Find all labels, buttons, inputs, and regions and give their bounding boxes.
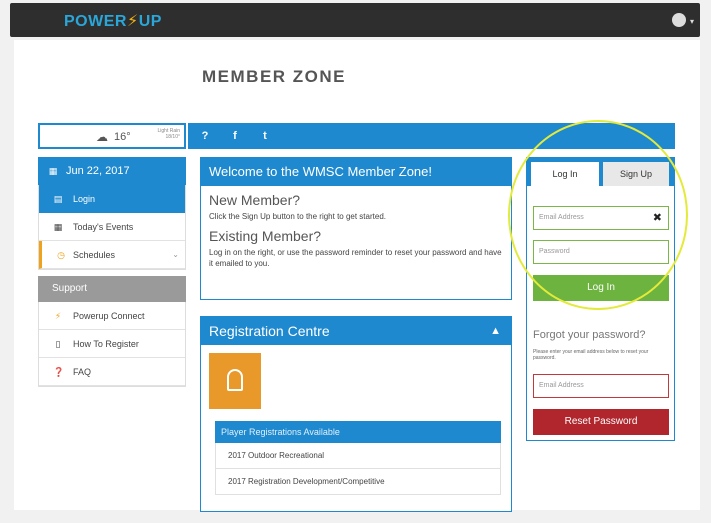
powerup-logo[interactable]: POWER⚡UP bbox=[64, 11, 162, 31]
top-navbar: POWER⚡UP ▾ bbox=[10, 3, 700, 37]
reset-email-field[interactable]: Email Address bbox=[533, 374, 669, 398]
bolt-icon: ⚡ bbox=[54, 311, 62, 321]
sidebar-item-schedules[interactable]: ◷ Schedules ⌄ bbox=[39, 241, 185, 269]
support-menu: ⚡ Powerup Connect ▯ How To Register ❓ FA… bbox=[38, 302, 186, 387]
reset-email-placeholder: Email Address bbox=[539, 382, 584, 389]
chevron-down-icon[interactable]: ▾ bbox=[690, 17, 694, 26]
sidebar-item-label: Today's Events bbox=[73, 222, 134, 232]
forgot-password-note: Please enter your email address below to… bbox=[533, 349, 649, 361]
new-member-title: New Member? bbox=[209, 192, 301, 208]
weather-widget: ☁ 16° Light Rain 18/10° bbox=[38, 123, 186, 149]
sidebar-item-label: FAQ bbox=[73, 367, 92, 377]
sidebar-item-label: How To Register bbox=[73, 339, 139, 349]
registration-heading-text: Registration Centre bbox=[209, 323, 330, 339]
sidebar: ▦ Jun 22, 2017 ▤ Login ▦ Today's Events … bbox=[38, 157, 186, 387]
login-icon: ▤ bbox=[53, 194, 63, 204]
weather-detail: Light Rain 18/10° bbox=[157, 128, 180, 140]
logo-bolt-icon: ⚡ bbox=[126, 13, 139, 30]
welcome-panel: Welcome to the WMSC Member Zone! New Mem… bbox=[200, 157, 512, 300]
logo-text-left: POWER bbox=[64, 13, 127, 30]
sidebar-date: ▦ Jun 22, 2017 bbox=[38, 157, 186, 185]
reset-password-button[interactable]: Reset Password bbox=[533, 409, 669, 435]
weather-temperature: 16° bbox=[114, 131, 131, 143]
calendar-icon: ▦ bbox=[53, 222, 63, 232]
facebook-icon[interactable]: f bbox=[226, 127, 244, 145]
person-icon bbox=[227, 369, 243, 391]
existing-member-title: Existing Member? bbox=[209, 228, 322, 244]
sidebar-item-how-to-register[interactable]: ▯ How To Register bbox=[39, 330, 185, 358]
help-icon[interactable]: ? bbox=[196, 127, 214, 145]
welcome-heading: Welcome to the WMSC Member Zone! bbox=[201, 158, 511, 186]
new-member-text: Click the Sign Up button to the right to… bbox=[209, 212, 386, 221]
list-item[interactable]: 2017 Registration Development/Competitiv… bbox=[215, 469, 501, 495]
existing-member-text: Log in on the right, or use the password… bbox=[209, 248, 502, 268]
highlight-circle bbox=[508, 120, 688, 310]
sidebar-item-powerup-connect[interactable]: ⚡ Powerup Connect bbox=[39, 302, 185, 330]
sidebar-menu: ▤ Login ▦ Today's Events ◷ Schedules ⌄ bbox=[38, 185, 186, 270]
sidebar-item-todays-events[interactable]: ▦ Today's Events bbox=[39, 213, 185, 241]
sidebar-item-label: Login bbox=[73, 194, 96, 204]
user-menu-icon[interactable] bbox=[672, 13, 686, 27]
page-title: MEMBER ZONE bbox=[202, 67, 346, 86]
sidebar-item-label: Schedules bbox=[73, 250, 116, 260]
logo-text-right: UP bbox=[138, 13, 162, 30]
calendar-icon: ▦ bbox=[48, 166, 58, 176]
sidebar-date-text: Jun 22, 2017 bbox=[66, 165, 130, 177]
sidebar-item-faq[interactable]: ❓ FAQ bbox=[39, 358, 185, 386]
question-icon: ❓ bbox=[53, 367, 65, 377]
cloud-icon: ☁ bbox=[96, 130, 108, 144]
sidebar-item-login[interactable]: ▤ Login bbox=[39, 185, 185, 213]
chevron-up-icon[interactable]: ▲ bbox=[490, 317, 501, 345]
registration-panel: Registration Centre ▲ Player Registratio… bbox=[200, 316, 512, 512]
player-icon bbox=[209, 353, 261, 409]
screenshot-frame: POWER⚡UP ▾ MEMBER ZONE ☁ 16° Light Rain … bbox=[0, 0, 711, 523]
document-icon: ▯ bbox=[55, 339, 61, 349]
list-item[interactable]: 2017 Outdoor Recreational bbox=[215, 443, 501, 469]
registration-heading[interactable]: Registration Centre ▲ bbox=[201, 317, 511, 345]
clock-icon: ◷ bbox=[57, 250, 65, 260]
chevron-down-icon: ⌄ bbox=[172, 250, 179, 259]
registrations-available-bar: Player Registrations Available bbox=[215, 421, 501, 443]
sidebar-item-label: Powerup Connect bbox=[73, 311, 145, 321]
forgot-password-title: Forgot your password? bbox=[533, 329, 646, 341]
twitter-icon[interactable]: t bbox=[256, 127, 274, 145]
sidebar-support-header: Support bbox=[38, 276, 186, 302]
